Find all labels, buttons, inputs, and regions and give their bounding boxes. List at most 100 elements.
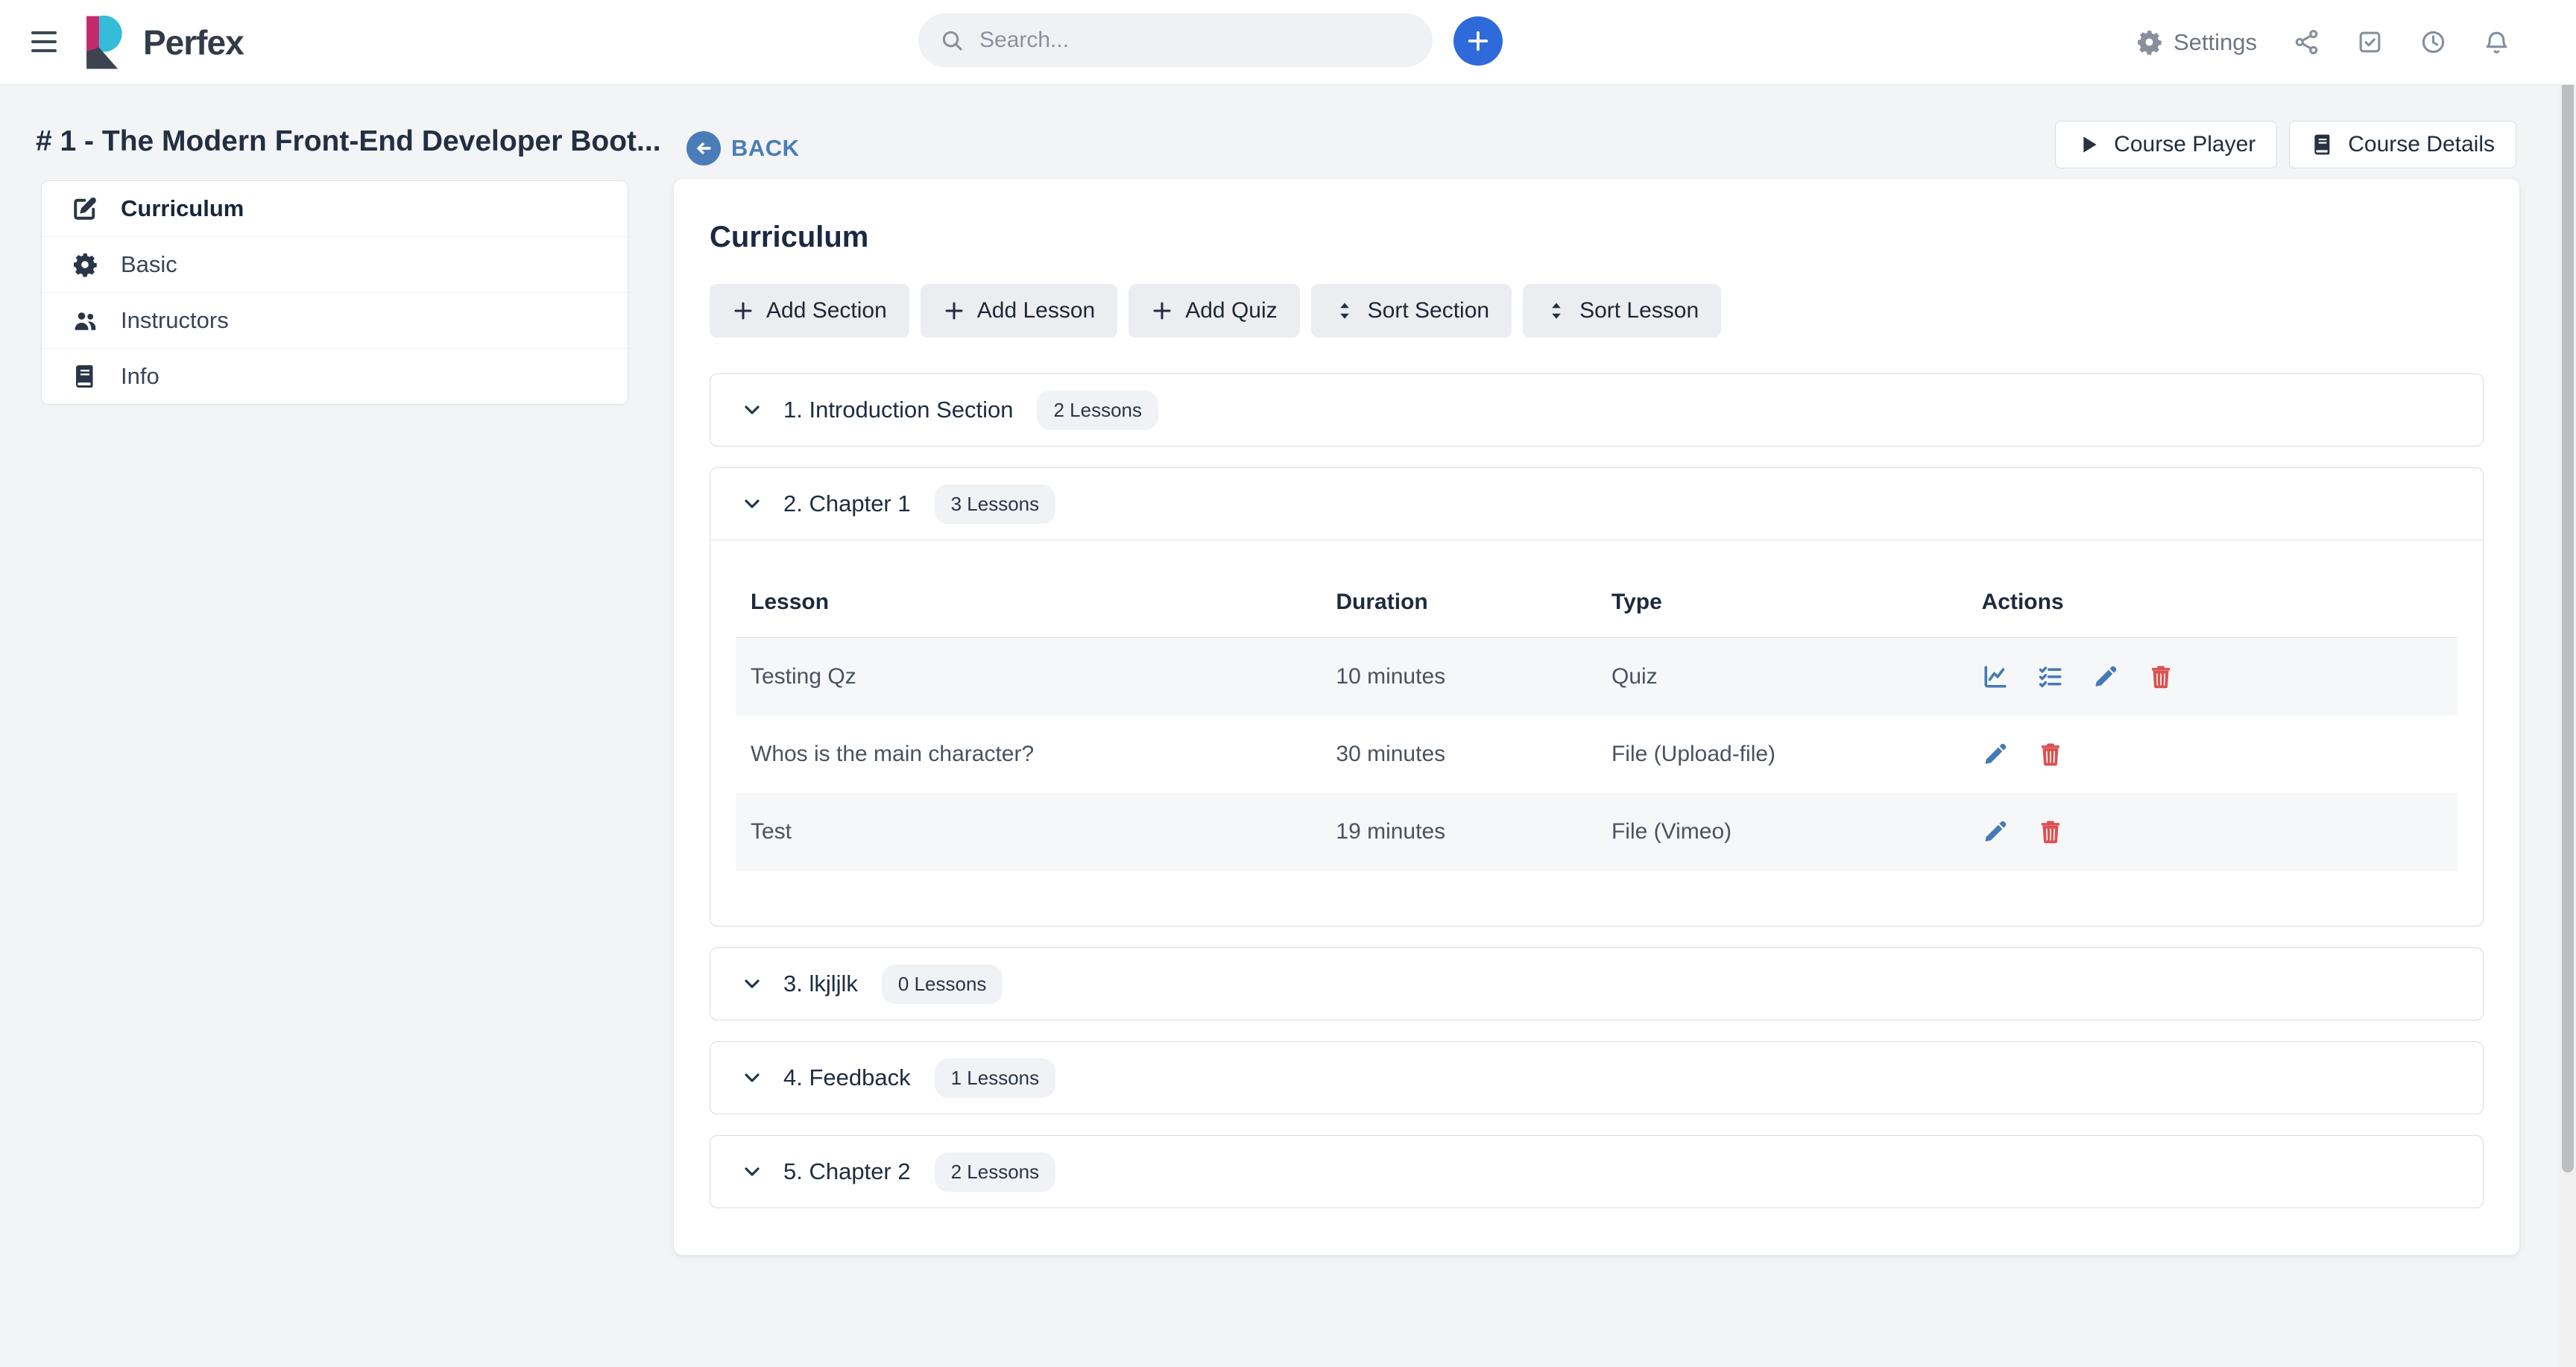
edit-action-button[interactable] — [1982, 741, 2009, 768]
curriculum-sections: 1. Introduction Section2 Lessons 2. Chapt… — [710, 373, 2484, 1208]
add-section-button[interactable]: Add Section — [710, 284, 909, 338]
chevron-down-icon[interactable] — [740, 492, 764, 516]
table-row: Test19 minutesFile (Vimeo) — [736, 793, 2457, 871]
topbar-right-icons: Settings — [2135, 0, 2510, 84]
edit-action-button[interactable] — [1982, 818, 2009, 845]
section-title: 3. lkjljlk — [783, 970, 858, 997]
lessons-table-wrap: LessonDurationTypeActionsTesting Qz10 mi… — [710, 540, 2483, 926]
section-title: 2. Chapter 1 — [783, 490, 911, 517]
section-box: 4. Feedback1 Lessons — [710, 1041, 2484, 1114]
lesson-count-badge: 3 Lessons — [935, 484, 1056, 524]
search-icon — [939, 28, 965, 53]
column-header: Type — [1597, 570, 1967, 638]
row-actions — [1982, 663, 2443, 690]
back-label: BACK — [731, 135, 800, 162]
section-header[interactable]: 3. lkjljlk 0 Lessons — [710, 948, 2483, 1020]
table-row: Whos is the main character?30 minutesFil… — [736, 716, 2457, 793]
course-action-buttons: Course Player Course Details — [2055, 121, 2516, 168]
column-header: Actions — [1967, 570, 2457, 638]
course-player-label: Course Player — [2114, 132, 2255, 157]
top-navigation-bar: Perfex Settings — [0, 0, 2576, 85]
stats-action-button[interactable] — [1982, 663, 2009, 690]
sidebar-item-curriculum[interactable]: Curriculum — [42, 181, 628, 237]
lesson-count-badge: 2 Lessons — [935, 1152, 1056, 1192]
chevron-down-icon[interactable] — [740, 398, 764, 422]
section-header[interactable]: 4. Feedback1 Lessons — [710, 1042, 2483, 1114]
sidebar-item-label: Info — [121, 363, 160, 390]
curriculum-toolbar: Add Section Add Lesson Add Quiz Sort Sectio… — [710, 284, 2484, 338]
chip-label: Add Section — [766, 298, 887, 323]
sidebar-item-info[interactable]: Info — [42, 349, 628, 404]
sort-section-button[interactable]: Sort Section — [1311, 284, 1512, 338]
sort-icon — [1545, 300, 1568, 322]
lesson-cell: Whos is the main character? — [736, 716, 1321, 793]
brand-name: Perfex — [143, 22, 244, 63]
check-square-icon[interactable] — [2356, 28, 2384, 56]
sidebar-item-instructors[interactable]: Instructors — [42, 293, 628, 349]
sidebar-item-label: Curriculum — [121, 195, 244, 222]
book-icon — [72, 363, 98, 390]
add-quiz-button[interactable]: Add Quiz — [1128, 284, 1299, 338]
lesson-count-badge: 2 Lessons — [1037, 391, 1158, 430]
chip-label: Add Lesson — [977, 298, 1095, 323]
column-header: Duration — [1321, 570, 1597, 638]
row-actions — [1982, 818, 2443, 845]
scrollbar-thumb[interactable] — [2562, 21, 2574, 1172]
delete-action-button[interactable] — [2037, 741, 2064, 768]
back-arrow-icon — [686, 131, 721, 165]
actions-cell — [1967, 716, 2457, 793]
app-root: Perfex Settings — [0, 0, 2576, 1367]
chip-label: Add Quiz — [1185, 298, 1277, 323]
quick-add-button[interactable] — [1453, 16, 1503, 66]
lesson-count-badge: 0 Lessons — [882, 965, 1003, 1004]
gear-icon — [72, 251, 98, 278]
type-cell: Quiz — [1597, 638, 1967, 716]
sort-lesson-button[interactable]: Sort Lesson — [1523, 284, 1721, 338]
chevron-down-icon[interactable] — [740, 972, 764, 996]
lesson-cell: Test — [736, 793, 1321, 871]
section-title: 5. Chapter 2 — [783, 1158, 911, 1185]
delete-action-button[interactable] — [2147, 663, 2174, 690]
chip-label: Sort Lesson — [1579, 298, 1699, 323]
settings-menu[interactable]: Settings — [2135, 28, 2257, 56]
type-cell: File (Vimeo) — [1597, 793, 1967, 871]
course-details-button[interactable]: Course Details — [2289, 121, 2516, 168]
duration-cell: 19 minutes — [1321, 793, 1597, 871]
duration-cell: 30 minutes — [1321, 716, 1597, 793]
lesson-cell: Testing Qz — [736, 638, 1321, 716]
course-player-button[interactable]: Course Player — [2055, 121, 2277, 168]
delete-action-button[interactable] — [2037, 818, 2064, 845]
section-header[interactable]: 2. Chapter 1 3 Lessons — [710, 468, 2483, 540]
section-header[interactable]: 5. Chapter 2 2 Lessons — [710, 1136, 2483, 1207]
search-input[interactable] — [978, 27, 1412, 54]
bell-icon[interactable] — [2483, 28, 2510, 56]
section-header[interactable]: 1. Introduction Section2 Lessons — [710, 374, 2483, 446]
users-icon — [72, 307, 98, 334]
checklist-action-button[interactable] — [2037, 663, 2064, 690]
chevron-down-icon[interactable] — [740, 1066, 764, 1090]
section-box: 1. Introduction Section2 Lessons — [710, 373, 2484, 446]
scrollbar-track[interactable] — [2560, 0, 2576, 1367]
lessons-table: LessonDurationTypeActionsTesting Qz10 mi… — [736, 570, 2457, 871]
sidebar-item-label: Basic — [121, 251, 177, 278]
settings-label: Settings — [2174, 29, 2257, 56]
lesson-count-badge: 1 Lessons — [935, 1058, 1056, 1098]
hamburger-menu-icon[interactable] — [31, 31, 57, 52]
table-row: Testing Qz10 minutesQuiz — [736, 638, 2457, 716]
section-box: 3. lkjljlk 0 Lessons — [710, 947, 2484, 1020]
edit-action-button[interactable] — [2092, 663, 2119, 690]
course-settings-sidebar: Curriculum Basic Instructors Info — [41, 180, 628, 405]
clock-icon[interactable] — [2419, 28, 2447, 56]
chevron-down-icon[interactable] — [740, 1160, 764, 1184]
page-title: # 1 - The Modern Front-End Developer Boo… — [36, 125, 661, 158]
back-button[interactable]: BACK — [686, 131, 800, 165]
add-lesson-button[interactable]: Add Lesson — [921, 284, 1117, 338]
sidebar-item-basic[interactable]: Basic — [42, 237, 628, 293]
gear-icon — [2135, 28, 2163, 56]
edit-square-icon — [72, 195, 98, 222]
column-header: Lesson — [736, 570, 1321, 638]
share-icon[interactable] — [2293, 28, 2320, 56]
brand-logo: Perfex — [83, 15, 244, 70]
curriculum-heading: Curriculum — [710, 221, 2484, 254]
duration-cell: 10 minutes — [1321, 638, 1597, 716]
